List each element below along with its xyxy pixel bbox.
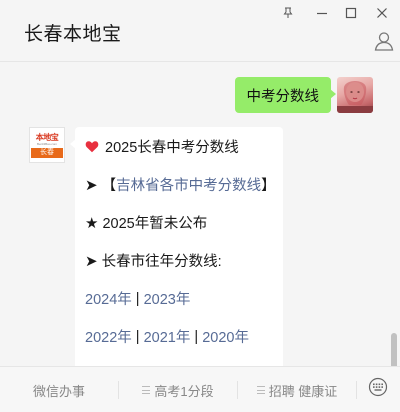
year-2021-link[interactable]: 2021年	[144, 326, 191, 347]
maximize-icon[interactable]	[342, 4, 360, 22]
outgoing-message-bubble[interactable]: 中考分数线	[234, 77, 336, 113]
person-icon[interactable]	[373, 30, 395, 52]
message-line-years-2: 2022年 | 2021年 | 2020年	[85, 326, 249, 347]
status-text: 2025年暂未公布	[102, 216, 208, 232]
province-scores-link[interactable]: 吉林省各市中考分数线	[116, 174, 261, 195]
year-2023-link[interactable]: 2023年	[144, 288, 191, 309]
bot-avatar[interactable]: 本地宝 BenDiBao.com 长春	[29, 127, 65, 163]
menu-item-label: 微信办事	[32, 383, 85, 399]
message-line-history: ➤ 长春市往年分数线:	[85, 250, 222, 271]
arrow-icon: ➤	[85, 252, 98, 270]
history-heading: 长春市往年分数线:	[101, 254, 222, 270]
bot-avatar-city-text: 长春	[31, 147, 63, 158]
minimize-icon[interactable]	[313, 4, 331, 22]
message-line-status: ★ 2025年暂未公布	[85, 212, 207, 233]
chat-area: 中考分数线 本地宝 BenDiBao.com 长春 2025长春中考分数线 ➤ …	[0, 63, 400, 412]
separator: |	[131, 290, 144, 307]
year-2020-link[interactable]: 2020年	[202, 326, 249, 347]
heart-icon	[85, 141, 99, 153]
outgoing-message-text: 中考分数线	[246, 88, 320, 105]
message-line-province: ➤ 【 吉林省各市中考分数线 】	[85, 174, 276, 195]
menu-item-label: 高考1分段	[154, 383, 214, 399]
pin-icon[interactable]	[279, 4, 297, 22]
menu-divider	[356, 381, 357, 399]
bottom-menu: 微信办事 高考1分段 招聘 健康证	[0, 366, 400, 412]
menu-item-gaokao[interactable]: 高考1分段	[119, 367, 237, 412]
submenu-icon	[142, 386, 151, 394]
bracket-open: 【	[101, 178, 117, 194]
message-line-title: 2025长春中考分数线	[85, 136, 239, 157]
separator: |	[190, 328, 203, 345]
message-title-text: 2025长春中考分数线	[105, 140, 239, 156]
menu-item-jobs[interactable]: 招聘 健康证	[238, 367, 356, 412]
menu-item-label: 招聘 健康证	[268, 383, 338, 399]
star-icon: ★	[85, 214, 99, 232]
bot-avatar-logo-text: 本地宝	[35, 132, 59, 142]
user-avatar[interactable]	[337, 77, 373, 113]
message-line-years-1: 2024年 | 2023年	[85, 288, 190, 309]
chat-title: 长春本地宝	[24, 24, 122, 45]
menu-item-wechat-services[interactable]: 微信办事	[0, 367, 118, 412]
close-icon[interactable]	[373, 4, 391, 22]
arrow-icon: ➤	[85, 176, 98, 194]
title-bar: 长春本地宝	[0, 0, 400, 62]
year-2022-link[interactable]: 2022年	[85, 326, 132, 347]
separator: |	[131, 328, 144, 345]
keyboard-icon[interactable]	[368, 377, 388, 397]
bot-avatar-site-text: BenDiBao.com	[36, 141, 57, 146]
submenu-icon	[256, 386, 265, 394]
year-2024-link[interactable]: 2024年	[85, 288, 132, 309]
bracket-close: 】	[261, 178, 276, 194]
